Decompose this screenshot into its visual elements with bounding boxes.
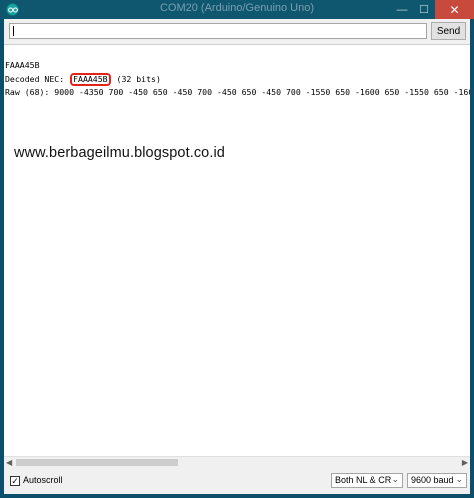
status-row: ✓ Autoscroll Both NL & CR ⌄ 9600 baud ⌄ — [4, 468, 470, 494]
window-controls: — ☐ ✕ — [391, 0, 474, 19]
window-frame-bottom — [0, 494, 474, 498]
chevron-down-icon: ⌄ — [391, 474, 399, 484]
title-bar: COM20 (Arduino/Genuino Uno) — ☐ ✕ — [0, 0, 474, 19]
horizontal-scrollbar[interactable]: ◀ ▶ — [4, 456, 470, 468]
serial-output[interactable]: FAAA45B Decoded NEC: FAAA45B (32 bits) R… — [4, 44, 470, 457]
scrollbar-thumb[interactable] — [16, 459, 178, 466]
decoded-value-highlight: FAAA45B — [70, 73, 111, 86]
serial-input[interactable] — [9, 23, 427, 39]
serial-monitor: Send FAAA45B Decoded NEC: FAAA45B (32 bi… — [4, 19, 470, 494]
minimize-button[interactable]: — — [391, 0, 413, 19]
maximize-button[interactable]: ☐ — [413, 0, 435, 19]
close-button[interactable]: ✕ — [435, 0, 474, 19]
line-ending-value: Both NL & CR — [335, 475, 392, 485]
autoscroll-label: Autoscroll — [23, 475, 63, 485]
autoscroll-checkbox[interactable]: ✓ — [10, 476, 20, 486]
text-caret — [13, 26, 14, 36]
decoded-suffix: (32 bits) — [111, 74, 161, 84]
line-ending-select[interactable]: Both NL & CR ⌄ — [331, 473, 403, 488]
watermark-text: www.berbageilmu.blogspot.co.id — [14, 145, 225, 161]
baud-rate-value: 9600 baud — [411, 475, 454, 485]
scroll-left-icon[interactable]: ◀ — [6, 458, 12, 467]
scroll-right-icon[interactable]: ▶ — [462, 458, 468, 467]
output-line: Decoded NEC: FAAA45B (32 bits) — [5, 73, 161, 86]
decoded-prefix: Decoded NEC: — [5, 74, 70, 84]
output-line: FAAA45B — [5, 60, 40, 70]
output-line: Raw (68): 9000 -4350 700 -450 650 -450 7… — [5, 87, 470, 97]
send-button[interactable]: Send — [431, 22, 466, 40]
chevron-down-icon: ⌄ — [455, 474, 463, 484]
baud-rate-select[interactable]: 9600 baud ⌄ — [407, 473, 467, 488]
